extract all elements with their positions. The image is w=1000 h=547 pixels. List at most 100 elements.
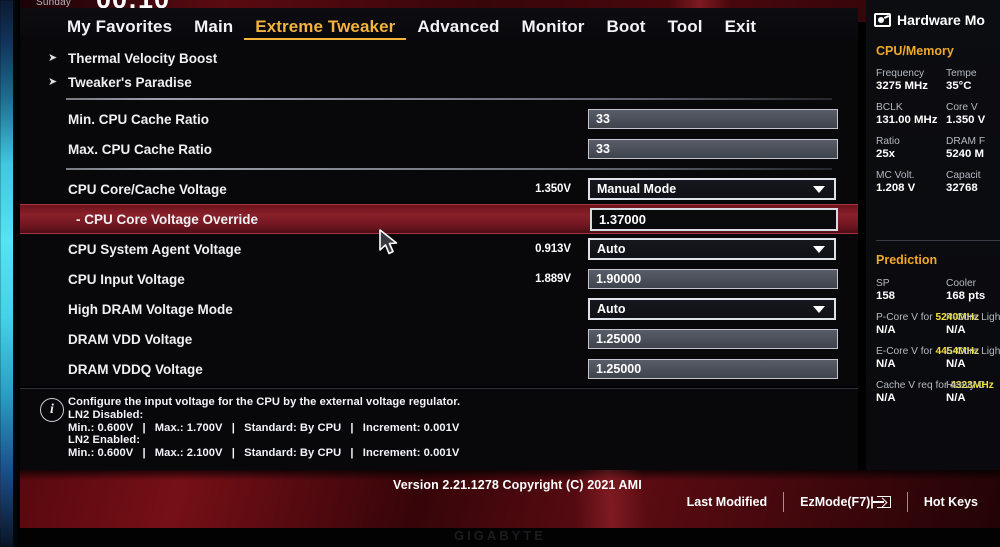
sidebar-stat-value: 1.350 V	[946, 114, 986, 126]
sidebar-stat-value: 3275 MHz	[876, 80, 928, 92]
chevron-down-icon	[813, 305, 825, 313]
sidebar-stat-value: 35°C	[946, 80, 972, 92]
setting-row[interactable]: Min. CPU Cache Ratio 33	[20, 104, 858, 134]
info-icon: i	[40, 398, 64, 422]
tab-tool[interactable]: Tool	[657, 15, 714, 39]
help-ln2-enabled-title: LN2 Enabled:	[68, 434, 141, 447]
main-menu-tabbar: My Favorites Main Extreme Tweaker Advanced M…	[20, 8, 858, 46]
sidebar-stat: Cache V req for 4323MHz N/A	[876, 380, 994, 405]
sidebar-stat-key: P-Core V for 5240MHz	[876, 312, 979, 324]
brand-watermark: GIGABYTE	[454, 528, 546, 543]
sidebar-stat: SP 158	[876, 278, 938, 303]
sidebar-stat-key-text: E-Core V for	[876, 346, 936, 357]
help-ln2-enabled-row: Min.: 0.600V | Max.: 2.100V | Standard: …	[68, 447, 768, 460]
setting-value: 33	[596, 142, 610, 156]
submenu-tweaker-s-paradise[interactable]: ➤ Tweaker's Paradise	[20, 70, 858, 94]
status-divider	[783, 492, 785, 512]
sidebar-stat: P-Core Light/HeN/A	[946, 312, 1000, 337]
submenu-label: Thermal Velocity Boost	[68, 50, 218, 66]
setting-row[interactable]: High DRAM Voltage Mode Auto	[20, 294, 858, 324]
setting-label: DRAM VDDQ Voltage	[68, 361, 203, 377]
setting-label: High DRAM Voltage Mode	[68, 301, 233, 317]
setting-dropdown[interactable]: Auto	[588, 298, 836, 320]
ln2d-max: Max.: 1.700V	[154, 421, 223, 434]
setting-dropdown[interactable]: Manual Mode	[588, 178, 836, 200]
sidebar-stat: DRAM F 5240 M	[946, 136, 1000, 161]
section-cpu-memory: CPU/Memory	[876, 44, 954, 58]
setting-input[interactable]: 1.25000	[588, 359, 838, 379]
tab-advanced[interactable]: Advanced	[406, 15, 510, 39]
section-prediction: Prediction	[876, 253, 938, 267]
sidebar-stat: BCLK 131.00 MHz	[876, 102, 938, 127]
sidebar-stat-key: Cooler	[946, 278, 977, 289]
hot-keys-button[interactable]: Hot Keys	[908, 495, 994, 509]
sidebar-stat-key: SP	[876, 278, 890, 289]
ln2e-min: Min.: 0.600V	[68, 447, 134, 460]
sidebar-stat-key: DRAM F	[946, 136, 986, 147]
sidebar-stat-value: 168 pts	[946, 290, 986, 302]
sidebar-stat-key: E-Core V for 4454MHz	[876, 346, 979, 358]
setting-label: Max. CPU Cache Ratio	[68, 141, 213, 157]
help-ln2-disabled-row: Min.: 0.600V | Max.: 1.700V | Standard: …	[68, 422, 768, 435]
setting-row[interactable]: - CPU Core Voltage Override 1.37000	[20, 204, 858, 234]
tab-boot[interactable]: Boot	[595, 15, 656, 39]
sidebar-stat-key: BCLK	[876, 102, 903, 113]
sidebar-stat-key: Heavy C	[946, 380, 986, 391]
sidebar-stat-key-text: Cache V req for	[876, 380, 951, 391]
setting-value: Manual Mode	[597, 182, 677, 196]
ez-mode-button[interactable]: EzMode(F7)|	[784, 495, 907, 509]
sidebar-stat-value: N/A	[946, 358, 966, 370]
ln2e-max: Max.: 2.100V	[154, 447, 223, 460]
setting-value: 1.90000	[596, 272, 642, 286]
setting-input[interactable]: 1.37000	[590, 207, 838, 231]
ln2d-standard: Standard: By CPU	[244, 421, 342, 434]
cpu-memory-grid: Frequency 3275 MHz Tempe 35°C BCLK 131.00 MHz…	[876, 68, 1000, 204]
tab-exit[interactable]: Exit	[714, 15, 768, 39]
setting-value: Auto	[597, 302, 626, 316]
tab-main[interactable]: Main	[183, 15, 244, 39]
sidebar-stat-value: N/A	[946, 324, 966, 336]
setting-dropdown[interactable]: Auto	[588, 238, 836, 260]
setting-input[interactable]: 1.25000	[588, 329, 838, 349]
bios-screen: Sunday 00:10 My FavoritesMainExtreme Twe…	[0, 0, 1000, 547]
sep: |	[142, 447, 146, 460]
clock-day: Sunday	[36, 0, 72, 8]
sidebar-stat-value: N/A	[876, 358, 896, 370]
setting-value: Auto	[597, 242, 626, 256]
help-ln2-disabled-title: LN2 Disabled:	[68, 408, 144, 421]
setting-row[interactable]: CPU Input Voltage 1.889V 1.90000	[20, 264, 858, 294]
setting-value: 1.37000	[599, 211, 646, 227]
setting-input[interactable]: 33	[588, 109, 838, 129]
help-line-1: Configure the input voltage for the CPU …	[68, 396, 461, 408]
sep: |	[142, 421, 146, 434]
sidebar-stat: Frequency 3275 MHz	[876, 68, 938, 93]
submenu-label: Tweaker's Paradise	[68, 74, 192, 90]
setting-row[interactable]: DRAM VDDQ Voltage 1.25000	[20, 354, 858, 384]
setting-row[interactable]: Max. CPU Cache Ratio 33	[20, 134, 858, 164]
sidebar-stat: Tempe 35°C	[946, 68, 1000, 93]
setting-label: CPU Core/Cache Voltage	[68, 181, 227, 197]
setting-value: 1.25000	[596, 332, 642, 346]
setting-row[interactable]: DRAM VDD Voltage 1.25000	[20, 324, 858, 354]
ln2d-increment: Increment: 0.001V	[362, 421, 460, 434]
tab-my-favorites[interactable]: My Favorites	[56, 15, 183, 39]
last-modified-button[interactable]: Last Modified	[671, 495, 784, 509]
setting-input[interactable]: 33	[588, 139, 838, 159]
setting-value: 33	[596, 112, 610, 126]
hardware-monitor-sidebar: Hardware Mo CPU/Memory Frequency 3275 MHz…	[866, 0, 1000, 470]
sidebar-stat: Ratio 25x	[876, 136, 938, 161]
tab-monitor[interactable]: Monitor	[510, 15, 595, 39]
bios-version-text: Version 2.21.1278 Copyright (C) 2021 AMI	[393, 478, 642, 492]
status-divider	[906, 492, 908, 512]
setting-label: CPU Input Voltage	[68, 271, 185, 287]
setting-row[interactable]: CPU Core/Cache Voltage 1.350V Manual Mode	[20, 174, 858, 204]
tab-extreme-tweaker[interactable]: Extreme Tweaker	[244, 15, 407, 40]
sidebar-stat-key: E-Core Light/He	[946, 346, 1000, 357]
sidebar-stat: E-Core Light/HeN/A	[946, 346, 1000, 371]
setting-row[interactable]: CPU System Agent Voltage 0.913V Auto	[20, 234, 858, 264]
sidebar-stat-key: Core V	[946, 102, 978, 113]
setting-label: CPU System Agent Voltage	[68, 241, 242, 257]
setting-input[interactable]: 1.90000	[588, 269, 838, 289]
section-divider-mid	[66, 168, 832, 170]
submenu-thermal-velocity-boost[interactable]: ➤ Thermal Velocity Boost	[20, 46, 858, 70]
